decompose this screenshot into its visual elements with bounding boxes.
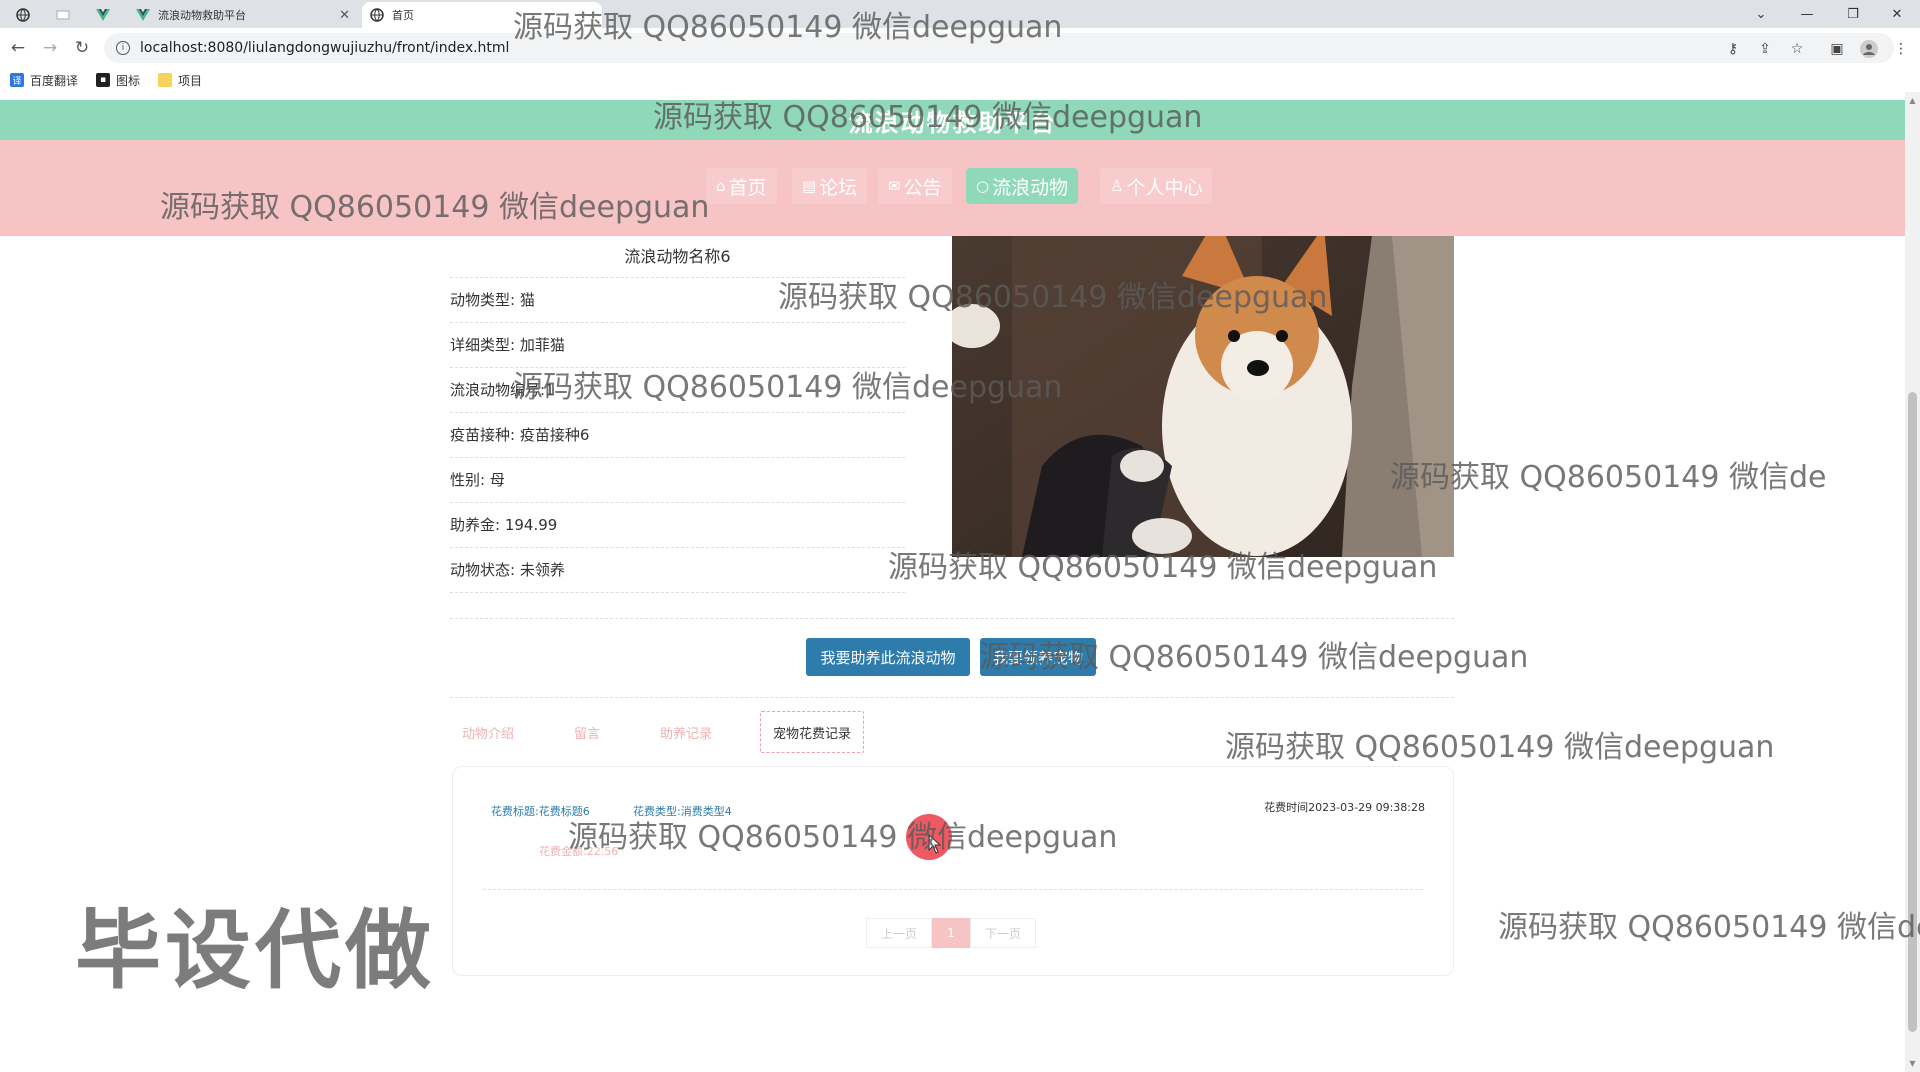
bookmarks-bar: 译 百度翻译 ▪ 图标 项目: [0, 68, 1920, 92]
restore-icon[interactable]: ❐: [1830, 0, 1876, 28]
bookmark-icons[interactable]: ▪ 图标: [96, 72, 140, 89]
watermark-large: 毕设代做: [75, 901, 435, 1001]
watermark: 源码获取 QQ86050149 微信deepguan: [513, 10, 1063, 45]
watermark: 源码获取 QQ86050149 微信deepguan: [653, 100, 1203, 135]
divider: [450, 618, 1454, 619]
tab-comments[interactable]: 留言: [562, 711, 612, 753]
key-icon[interactable]: ⚷: [1724, 40, 1742, 58]
star-icon[interactable]: ☆: [1788, 40, 1806, 58]
translate-icon: 译: [10, 73, 24, 87]
watermark: 源码获取 QQ86050149 微信deepguan: [513, 370, 1063, 405]
watermark: 源码获取 QQ86050149 微信deepguan: [568, 820, 1118, 855]
reload-icon[interactable]: ↻: [70, 36, 94, 60]
nav-user-center-label: 个人中心: [1126, 176, 1203, 199]
globe-icon: [370, 8, 384, 22]
divider: [450, 697, 1454, 698]
mail-icon: ✉: [888, 177, 901, 195]
nav-notice[interactable]: ✉ 公告: [878, 168, 952, 204]
nav-notice-label: 公告: [903, 176, 942, 199]
forum-icon: ▤: [802, 177, 817, 195]
back-arrow-icon[interactable]: ←: [6, 36, 30, 60]
scroll-down-icon[interactable]: ▼: [1908, 1059, 1917, 1068]
share-icon[interactable]: ⇪: [1756, 40, 1774, 58]
tab-intro[interactable]: 动物介绍: [450, 711, 526, 753]
nav-home-label: 首页: [728, 176, 767, 199]
nav-forum-label: 论坛: [819, 176, 858, 199]
vue-logo-icon: [96, 8, 110, 22]
nav-home[interactable]: ⌂ 首页: [706, 168, 777, 204]
blank-page-icon: [56, 8, 70, 22]
detail-tabs: 动物介绍 留言 助养记录 宠物花费记录: [450, 710, 900, 754]
forward-arrow-icon[interactable]: →: [38, 36, 62, 60]
watermark: 源码获取 QQ86050149 微信deepguan: [1225, 730, 1775, 765]
tab-sponsor-records[interactable]: 助养记录: [648, 711, 724, 753]
tab-search-icon[interactable]: ⌄: [1738, 0, 1784, 28]
tab-expense-records[interactable]: 宠物花费记录: [760, 711, 865, 753]
side-panel-icon[interactable]: ▣: [1828, 40, 1846, 58]
circle-icon: ○: [976, 177, 990, 195]
animal-status: 动物状态: 未领养: [450, 548, 905, 593]
browser-tab-3[interactable]: [88, 2, 124, 28]
animal-vaccine: 疫苗接种: 疫苗接种6: [450, 413, 905, 458]
record-time: 花费时间2023-03-29 09:38:28: [1264, 801, 1425, 814]
bookmark-icons-label: 图标: [116, 73, 141, 88]
watermark: 源码获取 QQ86050149 微信de: [1390, 460, 1827, 495]
close-tab-icon[interactable]: ✕: [339, 8, 350, 23]
watermark: 源码获取 QQ86050149 微信deepguan: [778, 280, 1328, 315]
nav-user-center[interactable]: ♙ 个人中心: [1100, 168, 1213, 204]
folder-icon: [158, 73, 173, 87]
animal-gender: 性别: 母: [450, 458, 905, 503]
browser-tab-1[interactable]: [8, 2, 44, 28]
animal-fund: 助养金: 194.99: [450, 503, 905, 548]
sponsor-button[interactable]: 我要助养此流浪动物: [806, 638, 970, 676]
profile-avatar-icon[interactable]: [1860, 40, 1878, 58]
nav-stray-animals[interactable]: ○ 流浪动物: [966, 168, 1079, 204]
browser-tab-4-label: 流浪动物救助平台: [158, 9, 246, 22]
watermark: 源码获取 QQ86050149 微信de: [1498, 910, 1920, 945]
scroll-up-icon[interactable]: ▲: [1908, 96, 1917, 105]
bookmark-project[interactable]: 项目: [158, 72, 202, 89]
watermark: 源码获取 QQ86050149 微信deepguan: [979, 640, 1529, 675]
browser-tab-4[interactable]: 流浪动物救助平台 ✕: [128, 2, 358, 28]
browser-tab-5-label: 首页: [392, 9, 414, 22]
watermark: 源码获取 QQ86050149 微信deepguan: [160, 190, 710, 225]
menu-kebab-icon[interactable]: ⋮: [1892, 40, 1910, 58]
page-1-button[interactable]: 1: [932, 918, 970, 948]
user-icon: ♙: [1110, 177, 1124, 195]
record-divider: [483, 889, 1423, 890]
pagination: 上一页 1 下一页: [866, 918, 1036, 948]
home-icon: ⌂: [716, 177, 726, 195]
globe-icon: [16, 8, 30, 22]
image-icon: ▪: [96, 73, 111, 87]
nav-forum[interactable]: ▤ 论坛: [792, 168, 868, 204]
watermark: 源码获取 QQ86050149 微信deepguan: [888, 550, 1438, 585]
site-info-icon[interactable]: i: [116, 41, 130, 55]
browser-tab-2[interactable]: [48, 2, 84, 28]
bookmark-translate[interactable]: 译 百度翻译: [10, 72, 78, 89]
bookmark-translate-label: 百度翻译: [30, 73, 79, 88]
next-page-button[interactable]: 下一页: [970, 918, 1036, 948]
minimize-icon[interactable]: —: [1784, 0, 1830, 28]
nav-stray-animals-label: 流浪动物: [992, 176, 1069, 199]
url-text: localhost:8080/liulangdongwujiuzhu/front…: [140, 40, 510, 56]
vue-logo-icon: [136, 8, 150, 22]
close-window-icon[interactable]: ✕: [1874, 0, 1920, 28]
prev-page-button[interactable]: 上一页: [866, 918, 932, 948]
bookmark-project-label: 项目: [178, 73, 203, 88]
